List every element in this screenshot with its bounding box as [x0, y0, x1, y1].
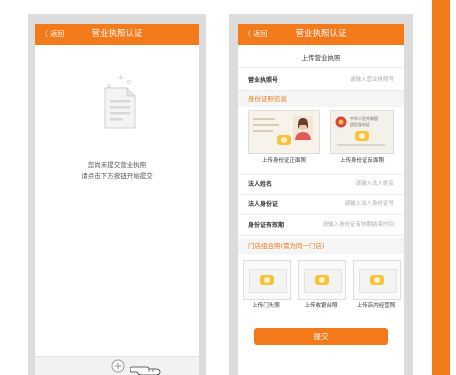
camera-icon: [370, 275, 384, 285]
id-section-title: 身份证照信息: [248, 95, 287, 103]
legal-name-label: 法人姓名: [248, 181, 273, 188]
store-section-title: 门店组合照(需为同一门店): [248, 242, 325, 250]
legal-name-row[interactable]: 法人姓名 请输入法人姓名: [238, 174, 404, 195]
person-photo-icon: [293, 116, 313, 140]
id-valid-label: 身份证有效期: [248, 222, 285, 229]
legal-name-input[interactable]: 请输入法人姓名: [355, 179, 394, 190]
plus-circle-icon[interactable]: [111, 359, 125, 373]
camera-icon: [277, 135, 291, 145]
pointing-hand-icon: [130, 366, 161, 375]
id-valid-row[interactable]: 身份证有效期 请输入身份证有效期结束时间: [238, 216, 404, 236]
store-front-upload[interactable]: [243, 260, 291, 300]
document-illustration-icon: +: [104, 73, 136, 129]
id-back-caption: 上传身份证反面照: [339, 158, 384, 164]
id-section-header: 身份证照信息: [238, 91, 404, 107]
legal-id-label: 法人身份证: [248, 201, 279, 208]
left-screen: 〈 返回 营业执照认证 + 您尚未提交营业执照 请点击下方按钮开始提交: [35, 24, 199, 375]
id-front-upload[interactable]: [248, 110, 320, 154]
id-card-text: [337, 144, 385, 146]
left-header: 〈 返回 营业执照认证: [35, 24, 199, 45]
empty-state-line-2: 请点击下方按钮开始提交: [81, 172, 153, 180]
left-phone-frame: 〈 返回 营业执照认证 + 您尚未提交营业执照 请点击下方按钮开始提交: [28, 14, 206, 375]
cashier-upload[interactable]: [298, 260, 346, 300]
license-number-input[interactable]: 请输入营业执照号: [350, 75, 394, 86]
page-title: 营业执照认证: [295, 29, 347, 39]
camera-icon: [260, 275, 274, 285]
camera-icon: [315, 275, 329, 285]
legal-id-row[interactable]: 法人身份证 请输入法人身份证号: [238, 195, 404, 215]
id-valid-input[interactable]: 请输入身份证有效期结束时间: [322, 220, 394, 231]
store-interior-upload[interactable]: [353, 260, 401, 300]
right-header: 〈 返回 营业执照认证: [238, 24, 404, 45]
upload-license-label: 上传营业执照: [301, 54, 341, 62]
id-card-title-line-2: 居民身份证: [350, 122, 370, 127]
license-number-row[interactable]: 营业执照号 请输入营业执照号: [238, 71, 404, 91]
right-screen: 〈 返回 营业执照认证 上传营业执照 营业执照号 请输入营业执照号 身份证照信息: [238, 24, 404, 375]
legal-id-input[interactable]: 请输入法人身份证号: [344, 199, 394, 210]
id-card-text: [253, 118, 275, 120]
decorative-orange-strip: [432, 0, 450, 375]
store-caption: 上传门头照: [252, 303, 280, 309]
right-phone-frame: 〈 返回 营业执照认证 上传营业执照 营业执照号 请输入营业执照号 身份证照信息: [229, 14, 413, 375]
national-emblem-icon: [335, 116, 347, 128]
empty-state-line-1: 您尚未提交营业执照: [87, 161, 147, 169]
camera-icon: [355, 131, 369, 141]
id-card-text: [253, 124, 279, 126]
id-back-upload[interactable]: 中华人民共和国 居民身份证: [330, 110, 394, 154]
id-card-text: [253, 130, 273, 132]
upload-license-button[interactable]: 上传营业执照: [238, 45, 404, 68]
store-section-header: 门店组合照(需为同一门店): [238, 238, 404, 254]
license-number-label: 营业执照号: [248, 77, 279, 84]
store-caption: 上传收银台照: [304, 303, 338, 309]
store-caption: 上传店内经营照: [356, 303, 396, 309]
id-front-caption: 上传身份证正面照: [261, 158, 306, 164]
page-title: 营业执照认证: [91, 29, 143, 39]
svg-text:+: +: [117, 73, 125, 83]
submit-button[interactable]: 提交: [254, 328, 388, 345]
